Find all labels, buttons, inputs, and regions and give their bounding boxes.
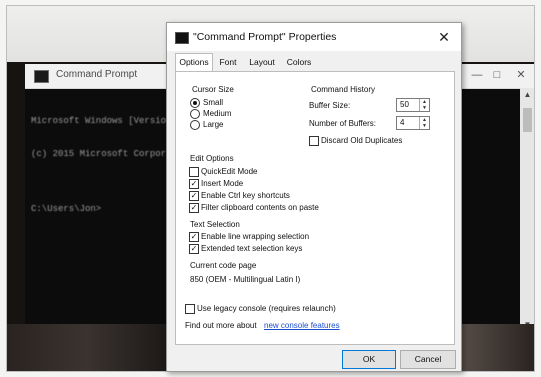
buffer-size-value: 50 bbox=[400, 100, 409, 109]
text-selection-heading: Text Selection bbox=[190, 220, 240, 229]
ctrl-shortcuts-label: Enable Ctrl key shortcuts bbox=[201, 191, 290, 200]
cursor-large-radio[interactable] bbox=[190, 120, 200, 130]
dialog-close-button[interactable]: ✕ bbox=[435, 28, 453, 46]
line-wrapping-label: Enable line wrapping selection bbox=[201, 232, 310, 241]
cmd-minimize-button[interactable]: — bbox=[467, 67, 487, 83]
new-console-features-link[interactable]: new console features bbox=[264, 321, 340, 330]
cursor-small-radio[interactable] bbox=[190, 98, 200, 108]
tab-font[interactable]: Font bbox=[215, 54, 241, 70]
filter-clipboard-label: Filter clipboard contents on paste bbox=[201, 203, 319, 212]
dialog-titlebar: "Command Prompt" Properties ✕ bbox=[167, 23, 461, 51]
cursor-medium-label: Medium bbox=[203, 109, 232, 118]
ctrl-shortcuts-checkbox[interactable]: ✓ bbox=[189, 191, 199, 201]
filter-clipboard-checkbox[interactable]: ✓ bbox=[189, 203, 199, 213]
spinner-arrows-icon[interactable]: ▲ ▼ bbox=[419, 99, 429, 111]
insert-mode-checkbox[interactable]: ✓ bbox=[189, 179, 199, 189]
code-page-value: 850 (OEM - Multilingual Latin I) bbox=[190, 275, 301, 284]
cmd-window-icon bbox=[34, 70, 49, 83]
cursor-large-label: Large bbox=[203, 120, 224, 129]
tab-options[interactable]: Options bbox=[175, 53, 213, 72]
ok-button[interactable]: OK bbox=[342, 350, 396, 369]
legacy-console-checkbox[interactable] bbox=[185, 304, 195, 314]
cmd-window-title: Command Prompt bbox=[56, 69, 138, 80]
number-of-buffers-spinner[interactable]: 4 ▲ ▼ bbox=[396, 116, 430, 130]
legacy-console-label: Use legacy console (requires relaunch) bbox=[197, 304, 336, 313]
find-out-more-text: Find out more about bbox=[185, 321, 257, 330]
cancel-button[interactable]: Cancel bbox=[400, 350, 456, 369]
console-app-icon bbox=[175, 32, 189, 44]
line-wrapping-checkbox[interactable]: ✓ bbox=[189, 232, 199, 242]
command-history-heading: Command History bbox=[311, 85, 376, 94]
extended-selection-checkbox[interactable]: ✓ bbox=[189, 244, 199, 254]
number-of-buffers-value: 4 bbox=[400, 118, 405, 127]
cursor-small-label: Small bbox=[203, 98, 224, 107]
properties-dialog: "Command Prompt" Properties ✕ Options Fo… bbox=[166, 22, 462, 372]
spinner-arrows-icon[interactable]: ▲ ▼ bbox=[419, 117, 429, 129]
scroll-thumb[interactable] bbox=[523, 108, 532, 132]
cmd-scrollbar[interactable]: ▲ ▼ bbox=[520, 88, 534, 332]
dialog-title: "Command Prompt" Properties bbox=[193, 31, 337, 43]
quickedit-checkbox[interactable] bbox=[189, 167, 199, 177]
buffer-size-label: Buffer Size: bbox=[309, 101, 351, 110]
cursor-size-heading: Cursor Size bbox=[192, 85, 234, 94]
code-page-heading: Current code page bbox=[190, 261, 257, 270]
tab-colors[interactable]: Colors bbox=[283, 54, 315, 70]
scroll-up-arrow-icon[interactable]: ▲ bbox=[520, 88, 534, 102]
cursor-medium-radio[interactable] bbox=[190, 109, 200, 119]
quickedit-label: QuickEdit Mode bbox=[201, 167, 258, 176]
number-of-buffers-label: Number of Buffers: bbox=[309, 119, 376, 128]
edit-options-heading: Edit Options bbox=[190, 154, 234, 163]
insert-mode-label: Insert Mode bbox=[201, 179, 244, 188]
tab-layout[interactable]: Layout bbox=[245, 54, 279, 70]
cmd-maximize-button[interactable]: □ bbox=[487, 67, 507, 83]
discard-duplicates-checkbox[interactable] bbox=[309, 136, 319, 146]
cmd-close-button[interactable]: ✕ bbox=[511, 67, 531, 83]
buffer-size-spinner[interactable]: 50 ▲ ▼ bbox=[396, 98, 430, 112]
discard-duplicates-label: Discard Old Duplicates bbox=[321, 136, 403, 145]
extended-selection-label: Extended text selection keys bbox=[201, 244, 303, 253]
options-panel: Cursor Size Small Medium Large Command H… bbox=[175, 71, 455, 345]
